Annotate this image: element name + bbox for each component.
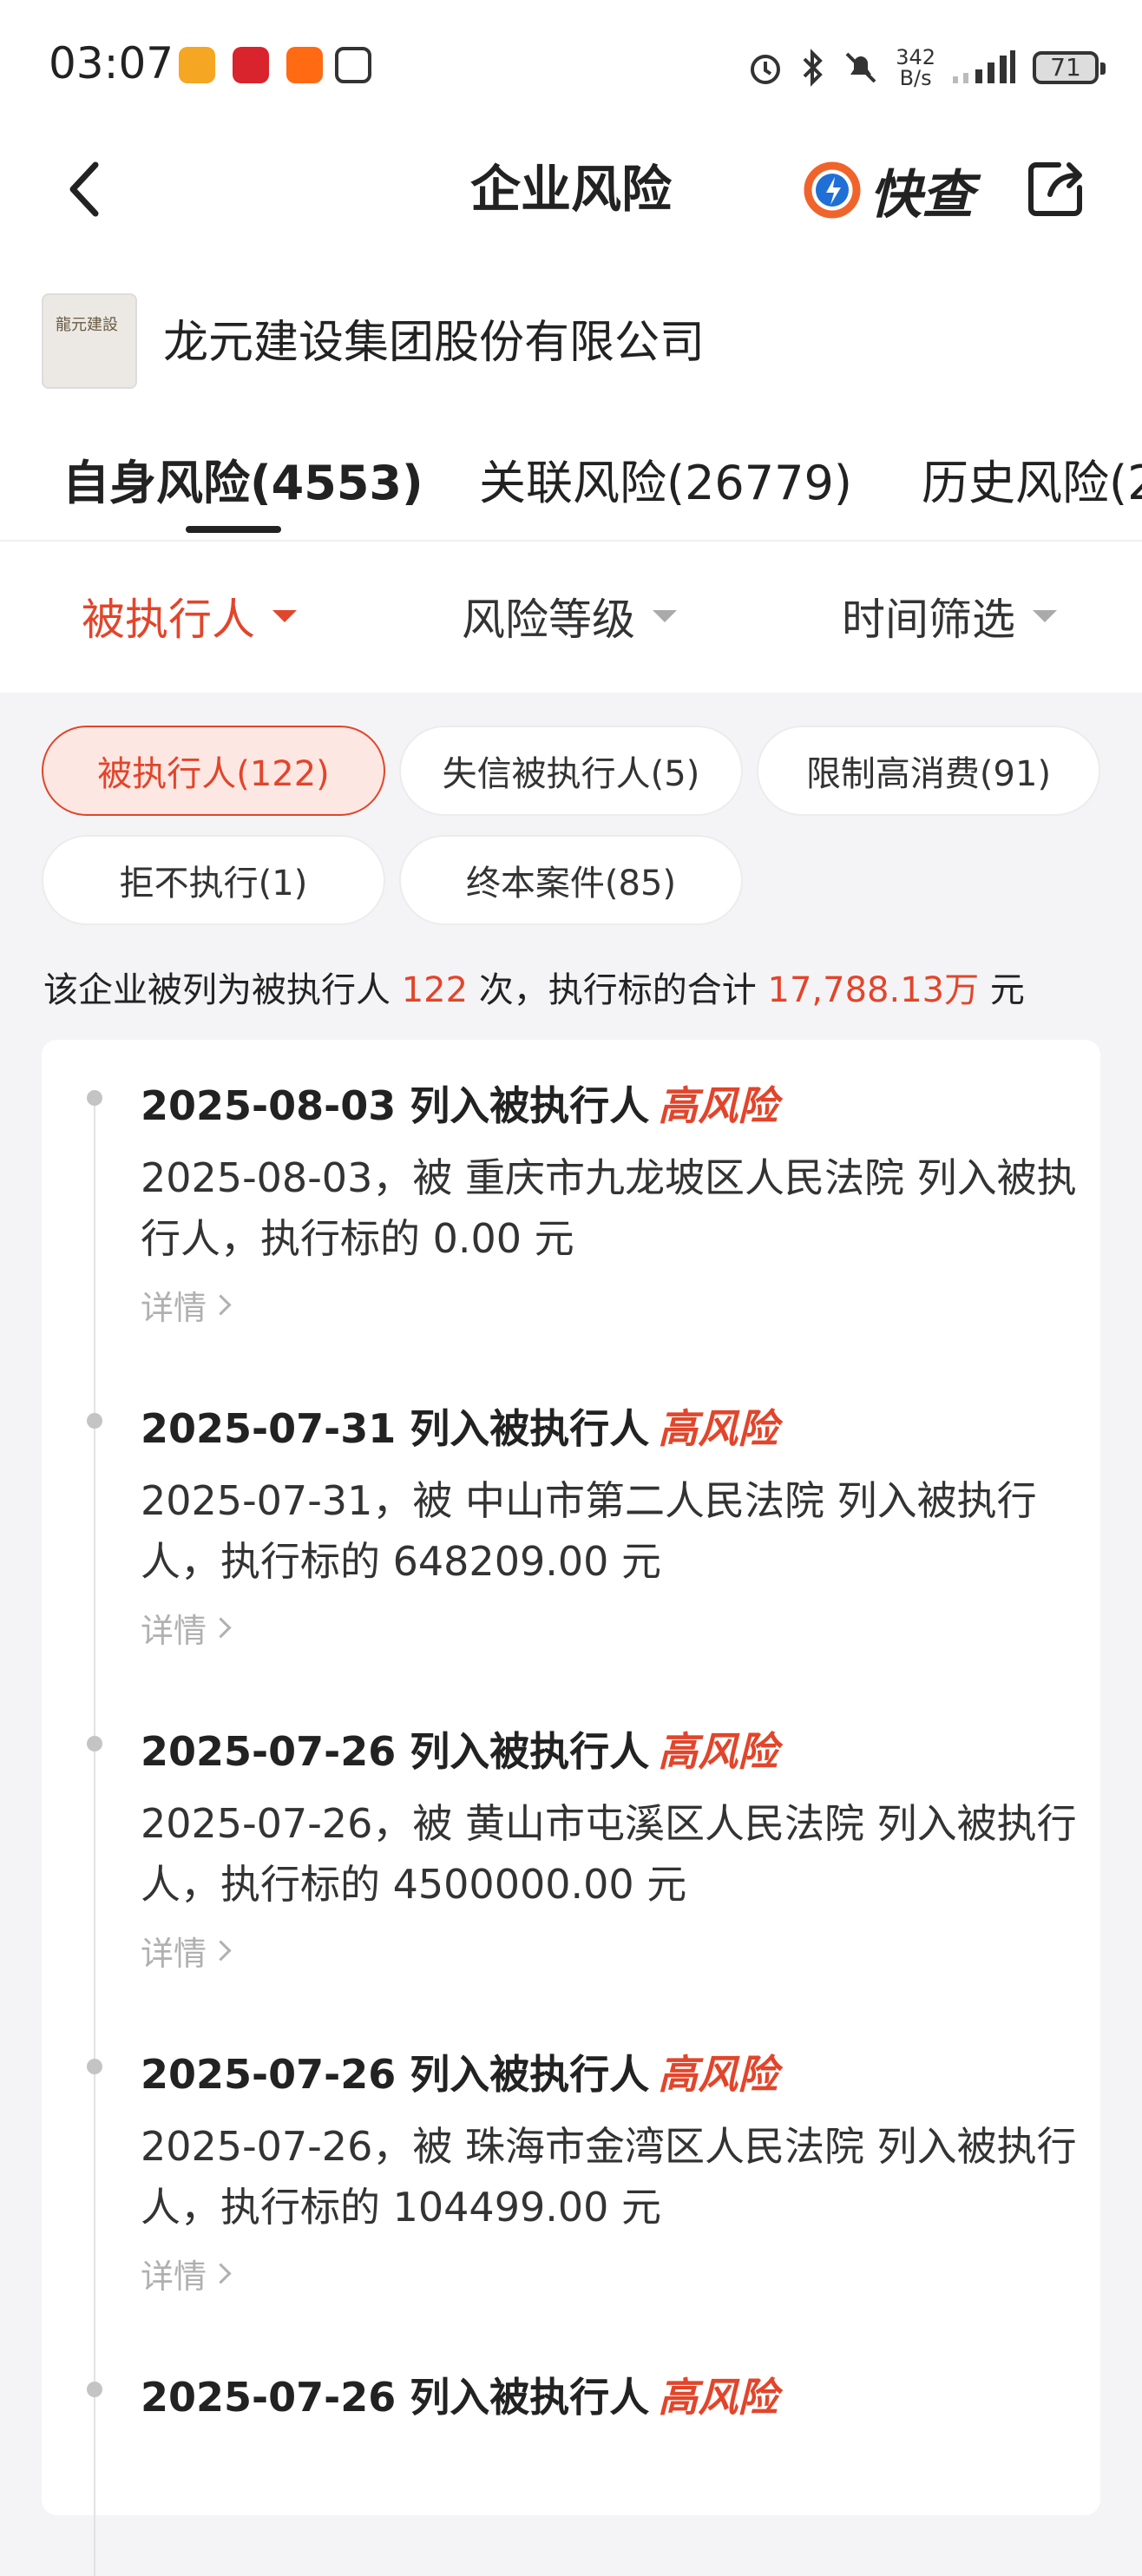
company-logo: 龍元建設: [42, 293, 137, 389]
summary-prefix: 该企业被列为被执行人: [43, 970, 391, 1010]
entry-title-text: 2025-08-03 列入被执行人: [141, 1082, 650, 1129]
summary-amount: 17,788.13万: [767, 970, 980, 1010]
status-bar: 03:07 342 B/s 71: [0, 0, 1142, 130]
caret-down-icon: [272, 610, 297, 622]
timeline-dot: [87, 2059, 102, 2074]
status-right: 342 B/s 71: [746, 42, 1106, 94]
entry-title: 2025-07-31 列入被执行人 高风险: [141, 1397, 778, 1455]
chip-consumption-limit[interactable]: 限制高消费(91): [757, 726, 1100, 816]
entry-title: 2025-07-26 列入被执行人 高风险: [141, 2366, 778, 2423]
entry-description: 2025-07-26，被 珠海市金湾区人民法院 列入被执行人，执行标的 1044…: [141, 2123, 1077, 2231]
detail-label: 详情: [141, 2257, 207, 2296]
chip-terminated-cases[interactable]: 终本案件(85): [399, 835, 743, 925]
chevron-right-icon: [210, 1617, 232, 1639]
caret-down-icon: [1033, 610, 1057, 622]
chevron-right-icon: [210, 1294, 232, 1316]
filter-label: 被执行人: [82, 595, 255, 645]
signal-icon: [953, 50, 1015, 83]
filter-risk-level[interactable]: 风险等级: [462, 585, 677, 647]
summary-count: 122: [401, 970, 469, 1010]
risk-tag: 高风险: [658, 1405, 778, 1452]
entry-title-text: 2025-07-26 列入被执行人: [141, 2051, 650, 2098]
company-name: 龙元建设集团股份有限公司: [163, 317, 706, 369]
risk-tag: 高风险: [658, 2374, 778, 2421]
timeline-card: 2025-08-03 列入被执行人 高风险 2025-08-03，被 重庆市九龙坡…: [42, 1040, 1100, 2576]
risk-tabs: 自身风险(4553) 关联风险(26779) 历史风险(2: [0, 410, 1142, 540]
risk-tag: 高风险: [658, 2051, 778, 2098]
net-speed: 342 B/s: [896, 47, 935, 89]
chevron-right-icon: [210, 2263, 232, 2284]
alarm-icon: [751, 55, 781, 84]
filter-label: 风险等级: [462, 595, 635, 645]
summary-middle: 次，执行标的合计: [478, 970, 757, 1010]
taobao-icon: [286, 47, 323, 83]
detail-label: 详情: [141, 1935, 207, 1973]
entry-description: 2025-07-26，被 黄山市屯溪区人民法院 列入被执行人，执行标的 4500…: [141, 1800, 1077, 1908]
net-speed-value: 342: [896, 45, 935, 69]
entry-title-text: 2025-07-31 列入被执行人: [141, 1405, 650, 1452]
detail-label: 详情: [141, 1612, 207, 1650]
nav-bar: 企业风险 快查: [0, 130, 1142, 255]
entry-detail-link[interactable]: 详情: [141, 1604, 232, 1652]
entry-detail-link[interactable]: 详情: [141, 1281, 232, 1329]
filter-label: 时间筛选: [842, 595, 1015, 645]
bluetooth-icon: [803, 49, 824, 87]
entry-title: 2025-08-03 列入被执行人 高风险: [141, 1074, 778, 1132]
summary-text: 该企业被列为被执行人 122 次，执行标的合计 17,788.13万 元: [43, 962, 1025, 1012]
timeline-dot: [87, 1413, 102, 1429]
entry-description: 2025-08-03，被 重庆市九龙坡区人民法院 列入被执行人，执行标的 0.0…: [141, 1154, 1077, 1262]
entry-detail-link[interactable]: 详情: [141, 2250, 232, 2297]
entry-title: 2025-07-26 列入被执行人 高风险: [141, 1720, 778, 1778]
detail-label: 详情: [141, 1289, 207, 1327]
chevron-right-icon: [210, 1940, 232, 1962]
entry-description: 2025-07-31，被 中山市第二人民法院 列入被执行人，执行标的 64820…: [141, 1477, 1037, 1585]
app-icon-2: [233, 47, 269, 83]
tab-history-risk[interactable]: 历史风险(2: [922, 444, 1142, 513]
app-icon-1: [179, 47, 215, 83]
entry-detail-link[interactable]: 详情: [141, 1927, 232, 1975]
chip-refuse-execution[interactable]: 拒不执行(1): [42, 835, 385, 925]
timeline-dot: [87, 1090, 102, 1106]
filter-executed-person[interactable]: 被执行人: [82, 585, 297, 647]
risk-tag: 高风险: [658, 1728, 778, 1775]
timeline-dot: [87, 1736, 102, 1751]
entry-title: 2025-07-26 列入被执行人 高风险: [141, 2043, 778, 2100]
brand-logo: 快查: [802, 153, 974, 227]
share-icon[interactable]: [1024, 156, 1088, 220]
tab-self-risk[interactable]: 自身风险(4553): [62, 444, 423, 513]
company-logo-mark: 龍元建設: [56, 316, 118, 334]
battery-indicator: 71: [1033, 51, 1106, 84]
timeline-dot: [87, 2382, 102, 2397]
tab-active-indicator: [186, 526, 281, 533]
status-time: 03:07: [49, 38, 174, 89]
filter-time[interactable]: 时间筛选: [842, 585, 1057, 647]
caret-down-icon: [653, 610, 677, 622]
chip-dishonest-executed[interactable]: 失信被执行人(5): [399, 726, 743, 816]
mute-icon: [845, 52, 876, 83]
chip-executed-person[interactable]: 被执行人(122): [42, 726, 385, 816]
nfc-icon: [335, 47, 371, 83]
entry-title-text: 2025-07-26 列入被执行人: [141, 1728, 650, 1775]
company-header[interactable]: 龍元建設 龙元建设集团股份有限公司: [0, 253, 1142, 410]
risk-tag: 高风险: [658, 1082, 778, 1129]
brand-name: 快查: [870, 164, 974, 226]
tab-related-risk[interactable]: 关联风险(26779): [479, 444, 852, 513]
kuaicha-logo-icon: [804, 161, 861, 219]
filter-bar: 被执行人 风险等级 时间筛选: [0, 540, 1142, 693]
timeline-line: [94, 1101, 95, 2576]
summary-suffix: 元: [989, 970, 1025, 1010]
net-speed-unit: B/s: [899, 66, 932, 90]
entry-title-text: 2025-07-26 列入被执行人: [141, 2374, 650, 2421]
